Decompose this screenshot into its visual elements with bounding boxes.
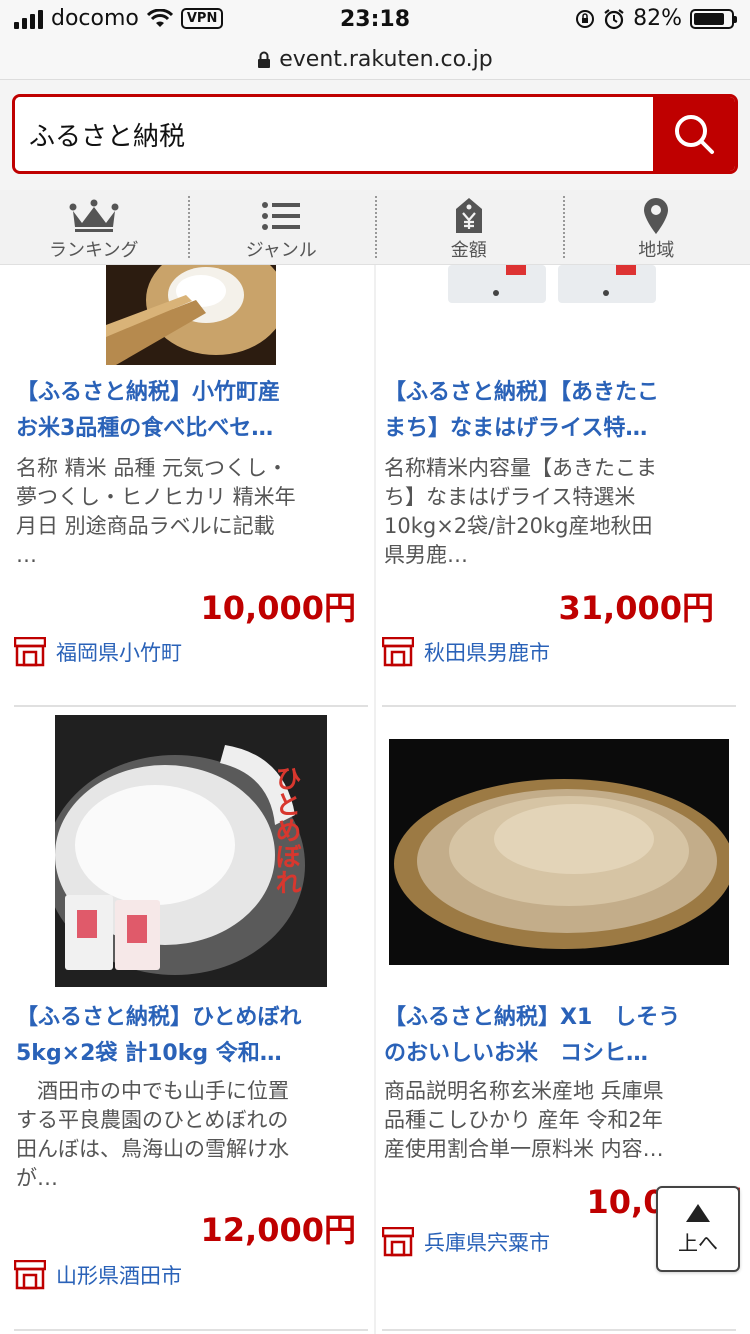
status-bar: docomo VPN 23:18 82% (0, 0, 750, 40)
nav-region-label: 地域 (638, 240, 675, 261)
product-price: 12,000円 (200, 1211, 357, 1249)
product-card[interactable]: 【ふるさと納税】小竹町産 お米3品種の食べ比べセ… 名称 精米 品種 元気つくし… (0, 265, 368, 705)
row-divider (382, 1329, 736, 1331)
product-title[interactable]: 【ふるさと納税】【あきたこ まち】なまはげライス特… (384, 375, 724, 447)
image-caption: ひとめぼれ (271, 765, 301, 895)
nav-genre-label: ジャンル (245, 240, 317, 261)
battery-percent: 82% (633, 6, 682, 31)
product-location[interactable]: 福岡県小竹町 (14, 637, 182, 667)
arrow-up-icon (686, 1203, 710, 1222)
rotation-lock-icon (576, 9, 595, 28)
nav-genre[interactable]: ジャンル (187, 190, 376, 264)
location-name: 兵庫県宍粟市 (424, 1231, 550, 1255)
product-grid: 【ふるさと納税】小竹町産 お米3品種の食べ比べセ… 名称 精米 品種 元気つくし… (0, 265, 750, 1334)
row-divider (14, 1329, 368, 1331)
location-name: 福岡県小竹町 (56, 641, 182, 665)
shop-icon (14, 637, 46, 667)
search-icon (675, 115, 714, 154)
product-description: 商品説明名称玄米産地 兵庫県 品種こしひかり 産年 令和2年 産使用割合単一原料… (384, 1079, 664, 1161)
product-description: 酒田市の中でも山手に位置 する平良農園のひとめぼれの 田んぼは、鳥海山の雪解け水… (16, 1079, 289, 1190)
lock-icon (258, 51, 271, 68)
product-location[interactable]: 秋田県男鹿市 (382, 637, 550, 667)
search-button[interactable] (653, 97, 735, 171)
product-title[interactable]: 【ふるさと納税】X1 しそう のおいしいお米 コシヒ… (384, 1000, 724, 1072)
product-price: 31,000円 (558, 589, 715, 627)
product-description: 名称精米内容量【あきたこま ち】なまはげライス特選米 10kg×2袋/計20kg… (384, 456, 657, 567)
nav-ranking-label: ランキング (49, 240, 139, 261)
product-image[interactable] (446, 265, 661, 307)
product-location[interactable]: 山形県酒田市 (14, 1260, 182, 1290)
product-image[interactable]: ひとめぼれ (55, 715, 327, 987)
location-name: 山形県酒田市 (56, 1264, 182, 1288)
alarm-icon (604, 8, 624, 29)
map-pin-icon (644, 198, 669, 234)
url-text: event.rakuten.co.jp (279, 47, 493, 72)
row-divider (382, 705, 736, 707)
product-location[interactable]: 兵庫県宍粟市 (382, 1227, 550, 1257)
back-to-top-button[interactable]: 上へ (656, 1186, 740, 1272)
yen-tag-icon (455, 198, 482, 233)
product-description: 名称 精米 品種 元気つくし・ 夢つくし・ヒノヒカリ 精米年 月日 別途商品ラベ… (16, 456, 296, 567)
product-price: 10,000円 (200, 589, 357, 627)
url-bar[interactable]: event.rakuten.co.jp (0, 40, 750, 80)
product-card[interactable]: ひとめぼれ 【ふるさと納税】ひとめぼれ 5kg×2袋 計10kg 令和… 酒田市… (0, 715, 368, 1334)
shop-icon (382, 1227, 414, 1257)
product-card[interactable]: 【ふるさと納税】【あきたこ まち】なまはげライス特… 名称精米内容量【あきたこま… (368, 265, 736, 705)
search-input[interactable] (15, 97, 653, 171)
rice-bowl-image (106, 265, 276, 365)
brown-rice-image (389, 739, 729, 965)
back-to-top-label: 上へ (678, 1230, 718, 1255)
search-area (0, 80, 750, 190)
nav-amount[interactable]: 金額 (375, 190, 563, 264)
crown-icon (69, 199, 119, 232)
location-name: 秋田県男鹿市 (424, 641, 550, 665)
list-icon (262, 202, 301, 230)
category-nav: ランキング ジャンル 金額 地域 (0, 190, 750, 265)
row-divider (14, 705, 368, 707)
nav-ranking[interactable]: ランキング (0, 190, 188, 264)
nav-region[interactable]: 地域 (562, 190, 750, 264)
status-right: 82% (575, 6, 737, 31)
product-title[interactable]: 【ふるさと納税】小竹町産 お米3品種の食べ比べセ… (16, 375, 356, 447)
shop-icon (14, 1260, 46, 1290)
product-image[interactable] (389, 739, 729, 965)
search-box (12, 94, 738, 174)
product-image[interactable] (106, 265, 276, 365)
battery-icon (690, 8, 737, 29)
shop-icon (382, 637, 414, 667)
rice-bags-image (448, 265, 656, 303)
nav-amount-label: 金額 (450, 240, 487, 261)
product-title[interactable]: 【ふるさと納税】ひとめぼれ 5kg×2袋 計10kg 令和… (16, 1000, 356, 1072)
